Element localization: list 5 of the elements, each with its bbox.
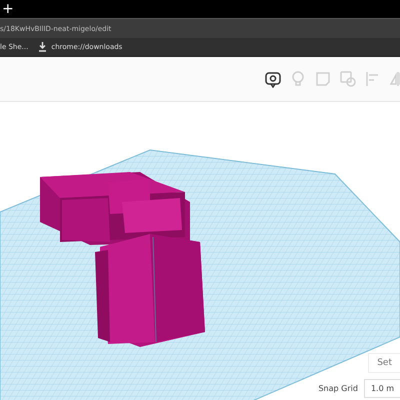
snap-grid-field[interactable]: 1.0 m [364,379,400,398]
settings-button[interactable]: Set [368,353,400,373]
snap-grid-label: Snap Grid [318,384,358,393]
download-icon [38,42,48,52]
new-tab-button[interactable]: + [0,0,16,18]
